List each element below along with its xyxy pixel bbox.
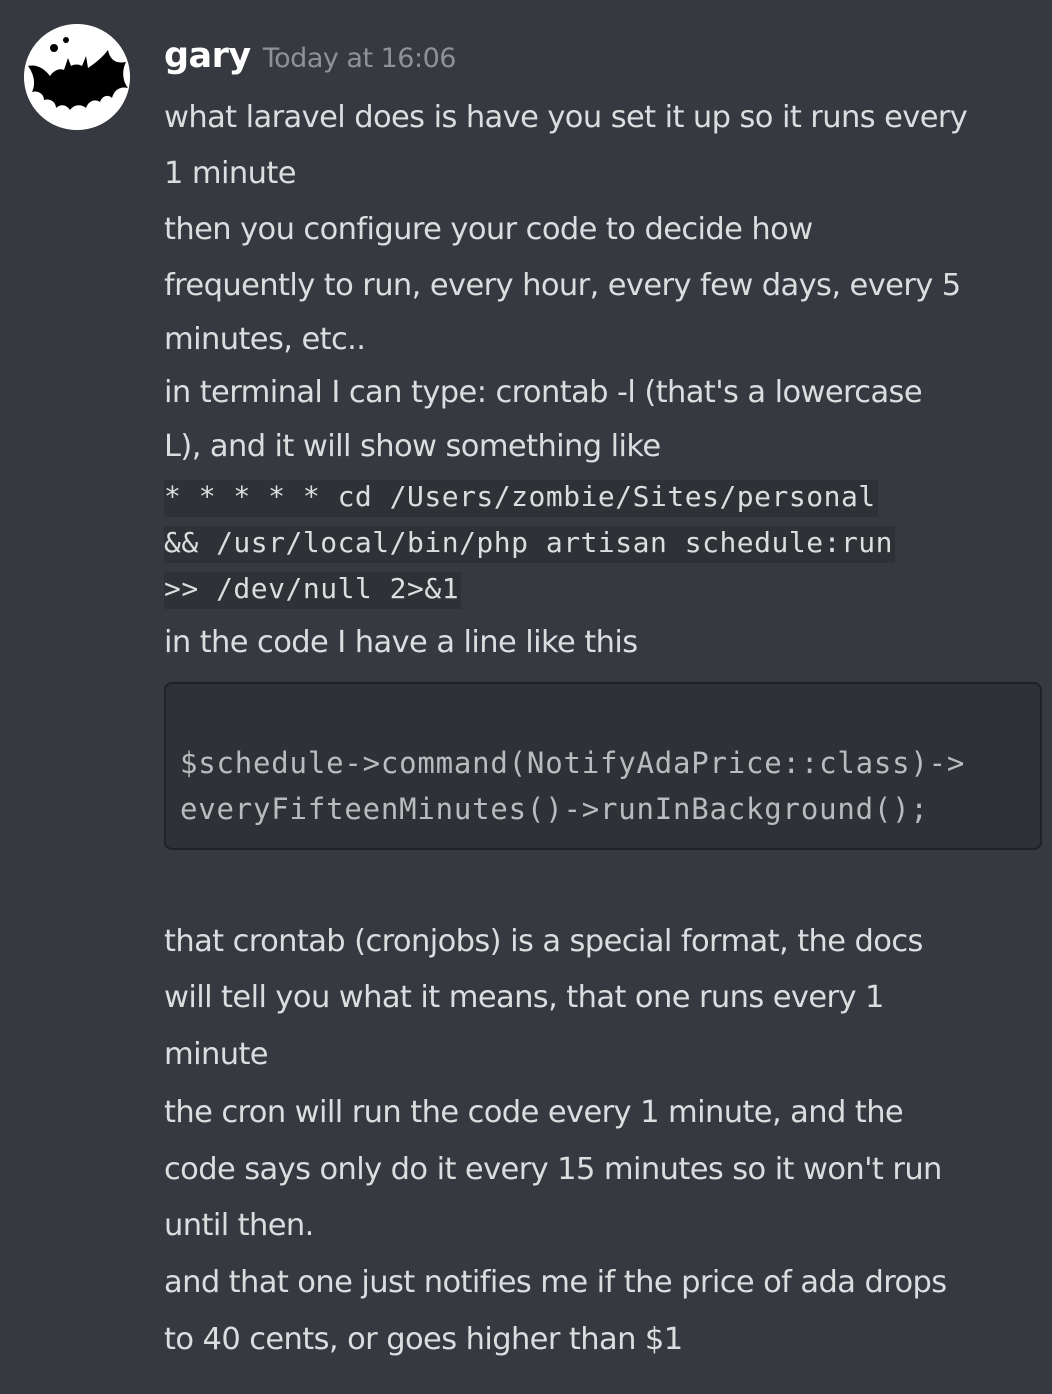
- bat-icon: [24, 24, 130, 130]
- message-line: minutes, etc..: [164, 322, 366, 357]
- message-line: the cron will run the code every 1 minut…: [164, 1095, 904, 1130]
- message-header: gary Today at 16:06: [164, 36, 456, 84]
- code-line: $schedule->command(NotifyAdaPrice::class…: [180, 746, 966, 780]
- message-line: that crontab (cronjobs) is a special for…: [164, 924, 923, 959]
- username[interactable]: gary: [164, 36, 251, 76]
- message-line: to 40 cents, or goes higher than $1: [164, 1322, 683, 1357]
- message-line: minute: [164, 1037, 269, 1072]
- message-line: L), and it will show something like: [164, 429, 661, 464]
- message-line: then you configure your code to decide h…: [164, 212, 813, 247]
- inline-code: * * * * * cd /Users/zombie/Sites/persona…: [164, 474, 1046, 612]
- message-line: frequently to run, every hour, every few…: [164, 268, 961, 303]
- inline-code-line: && /usr/local/bin/php artisan schedule:r…: [164, 526, 896, 563]
- chat-message: gary Today at 16:06 what laravel does is …: [0, 0, 1052, 1394]
- message-content: what laravel does is have you set it up …: [164, 90, 1046, 1368]
- message-line: in the code I have a line like this: [164, 625, 638, 660]
- message-line: until then.: [164, 1208, 314, 1243]
- code-block[interactable]: $schedule->command(NotifyAdaPrice::class…: [164, 682, 1042, 850]
- message-line: in terminal I can type: crontab -l (that…: [164, 375, 923, 410]
- inline-code-line: >> /dev/null 2>&1: [164, 572, 462, 609]
- message-line: code says only do it every 15 minutes so…: [164, 1152, 942, 1187]
- avatar[interactable]: [24, 24, 130, 130]
- message-line: and that one just notifies me if the pri…: [164, 1265, 947, 1300]
- code-line: everyFifteenMinutes()->runInBackground()…: [180, 792, 929, 826]
- message-line: will tell you what it means, that one ru…: [164, 980, 884, 1015]
- message-line: what laravel does is have you set it up …: [164, 100, 968, 135]
- message-line: 1 minute: [164, 156, 296, 191]
- timestamp[interactable]: Today at 16:06: [263, 43, 457, 74]
- inline-code-line: * * * * * cd /Users/zombie/Sites/persona…: [164, 480, 878, 517]
